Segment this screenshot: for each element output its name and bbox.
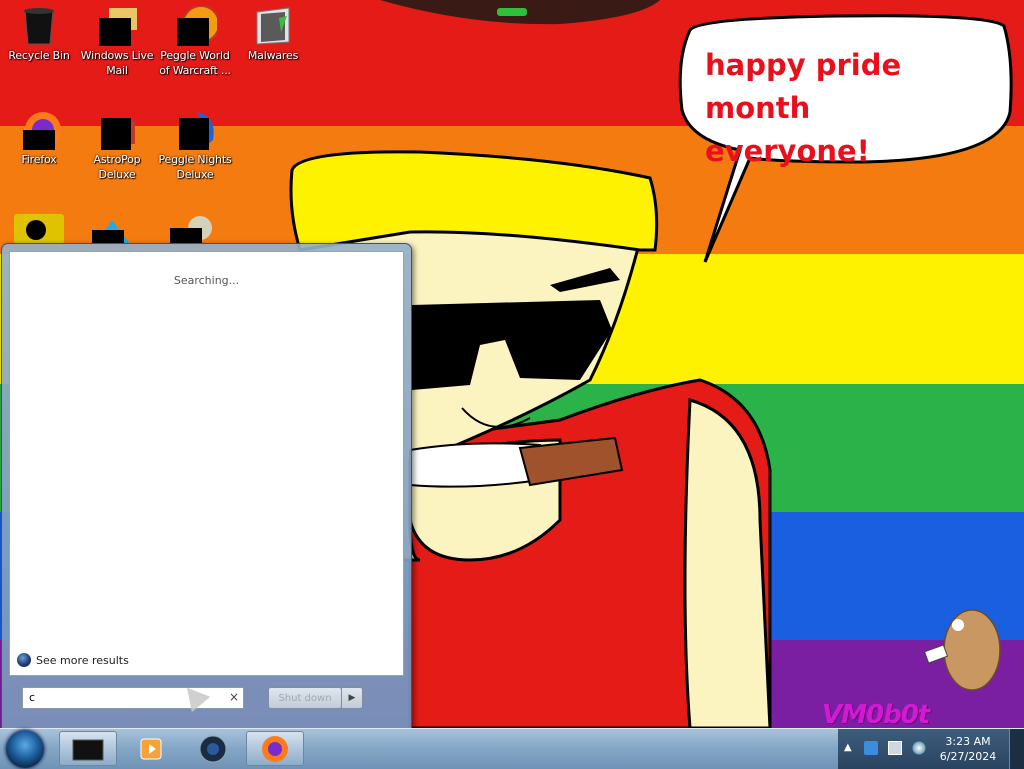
clock-date: 6/27/2024 — [939, 750, 997, 763]
show-desktop-button[interactable] — [1009, 729, 1024, 769]
firefox-label: Firefox — [21, 153, 57, 166]
recycle-bin-label: Recycle Bin — [8, 49, 70, 62]
desktop-icon-astropop[interactable]: AstroPop Deluxe — [78, 104, 156, 182]
clock[interactable]: 3:23 AM 6/27/2024 — [938, 734, 998, 764]
clear-search-icon[interactable]: × — [229, 690, 239, 705]
recycle-bin-icon — [17, 6, 61, 46]
desktop-icon-peggle-nights[interactable]: Peggle Nights Deluxe — [156, 104, 234, 182]
top-green-light — [497, 8, 527, 16]
taskbar-button-firefox[interactable] — [246, 731, 304, 766]
desktop-icon-malwares[interactable]: Malwares — [234, 0, 312, 63]
hamster — [943, 609, 1001, 691]
clock-time: 3:23 AM — [945, 735, 991, 748]
app-icon — [92, 220, 130, 244]
peggle-nights-icon — [173, 110, 217, 150]
taskbar-button-media-player[interactable] — [122, 731, 180, 766]
start-button[interactable] — [6, 730, 44, 768]
media-player-icon — [140, 738, 162, 759]
speech-bubble-text: happy pride month everyone! — [705, 48, 902, 168]
searching-status: Searching... — [173, 274, 240, 287]
firefox-icon — [17, 110, 61, 150]
windows-live-mail-label: Windows Live Mail — [80, 49, 154, 77]
desktop-icon-peggle-wow[interactable]: Peggle World of Warcraft ... — [156, 0, 234, 78]
app-icon — [14, 214, 64, 244]
shutdown-options-button[interactable]: ▶ — [341, 687, 363, 709]
globe-icon — [17, 653, 31, 667]
taskbar-button-explorer[interactable] — [59, 731, 117, 766]
astropop-label: AstroPop Deluxe — [93, 153, 141, 181]
desktop-icon-windows-live-mail[interactable]: Windows Live Mail — [78, 0, 156, 78]
action-center-icon[interactable] — [864, 741, 878, 755]
shutdown-button[interactable]: Shut down — [268, 687, 342, 709]
black-window-icon — [72, 739, 104, 760]
taskbar: ▲ 3:23 AM 6/27/2024 — [0, 728, 1024, 769]
app-icon — [170, 216, 212, 244]
network-icon[interactable] — [888, 741, 902, 755]
peggle-wow-icon — [173, 5, 220, 46]
volume-icon[interactable] — [912, 741, 926, 755]
malwares-label: Malwares — [247, 49, 299, 62]
see-more-results-label: See more results — [36, 653, 129, 667]
desktop-icon-partial-1[interactable] — [14, 214, 64, 244]
start-menu: Searching... See more results × Shut dow… — [1, 243, 412, 732]
windows-live-mail-icon — [95, 6, 139, 46]
search-box[interactable]: × — [22, 687, 244, 709]
desktop-icon-firefox[interactable]: Firefox — [0, 104, 78, 167]
taskbar-button-app[interactable] — [184, 731, 242, 766]
firefox-icon — [262, 735, 288, 762]
peggle-wow-label: Peggle World of Warcraft ... — [159, 49, 231, 77]
globe-app-icon — [199, 735, 227, 762]
peggle-nights-label: Peggle Nights Deluxe — [158, 153, 232, 181]
hamster-eye — [952, 619, 964, 631]
system-tray: ▲ 3:23 AM 6/27/2024 — [838, 729, 1024, 769]
search-results-pane: Searching... See more results — [9, 251, 404, 676]
desktop-icon-partial-2[interactable] — [92, 218, 132, 244]
hamster-book — [923, 644, 949, 664]
desktop-icon-partial-3[interactable] — [170, 214, 220, 244]
astropop-icon — [95, 110, 139, 150]
desktop-icon-recycle-bin[interactable]: Recycle Bin — [0, 0, 78, 63]
folder-icon — [251, 6, 295, 46]
show-hidden-icons-icon[interactable]: ▲ — [844, 742, 852, 753]
watermark-text: VM0b0t — [822, 700, 930, 730]
see-more-results-link[interactable]: See more results — [17, 651, 129, 669]
